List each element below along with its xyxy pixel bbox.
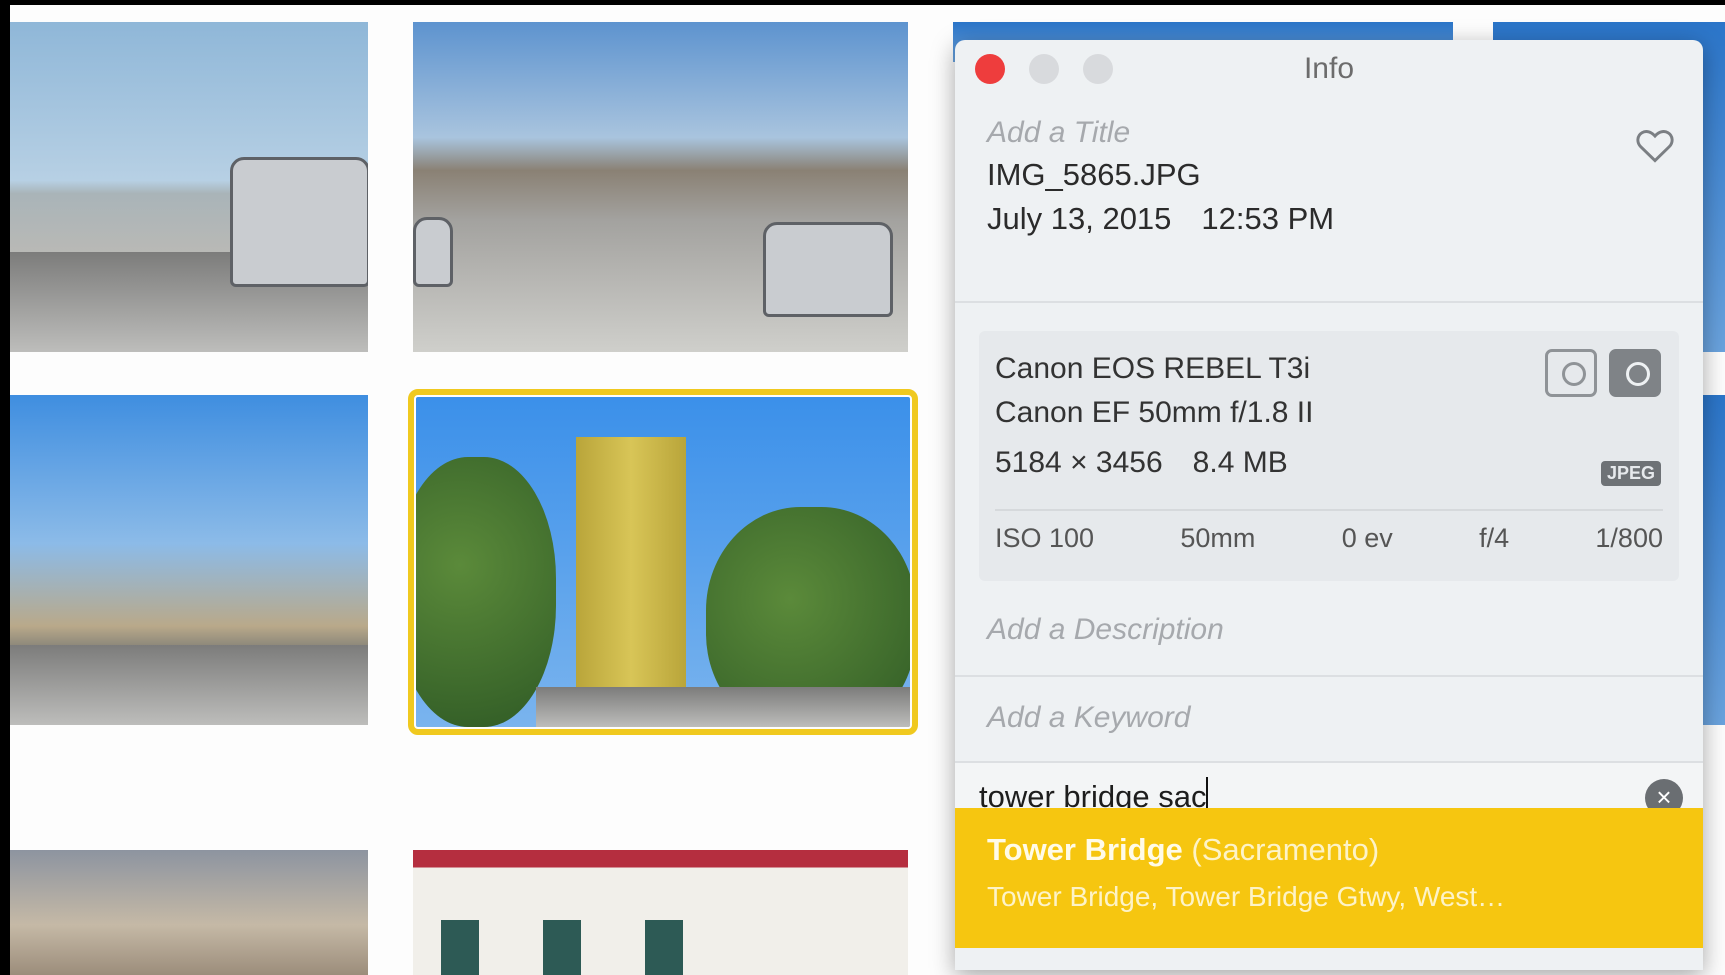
suggestion-name: Tower Bridge xyxy=(987,832,1183,867)
camera-icons xyxy=(1545,349,1661,397)
pixel-dimensions: 5184 × 3456 xyxy=(995,446,1163,479)
suggestion-qualifier: (Sacramento) xyxy=(1191,832,1380,867)
camera-info: Canon EOS REBEL T3i Canon EF 50mm f/1.8 … xyxy=(979,331,1679,581)
exif-shutter: 1/800 xyxy=(1595,523,1663,553)
photo-thumbnail[interactable] xyxy=(10,850,368,975)
photo-thumbnail[interactable] xyxy=(10,22,368,352)
lens-model: Canon EF 50mm f/1.8 II xyxy=(995,396,1314,429)
exif-iso: ISO 100 xyxy=(995,523,1095,553)
description-placeholder: Add a Description xyxy=(987,613,1224,646)
title-field[interactable]: Add a Title xyxy=(987,113,1671,153)
title-section: Add a Title IMG_5865.JPG July 13, 2015 12… xyxy=(955,105,1703,303)
suggestion-title: Tower Bridge (Sacramento) xyxy=(987,828,1671,872)
keyword-placeholder: Add a Keyword xyxy=(987,701,1191,734)
title-bar: Info xyxy=(955,40,1703,105)
photo-date: July 13, 2015 xyxy=(987,201,1172,236)
filename: IMG_5865.JPG xyxy=(987,157,1201,192)
metering-icon xyxy=(1609,349,1661,397)
camera-icon xyxy=(1545,349,1597,397)
image-dimensions: 5184 × 3456 8.4 MB xyxy=(995,441,1663,485)
place-suggestion[interactable]: Tower Bridge (Sacramento) Tower Bridge, … xyxy=(955,808,1703,948)
photo-thumbnail[interactable] xyxy=(413,850,908,975)
description-field[interactable]: Add a Description xyxy=(955,589,1703,677)
exif-row: ISO 100 50mm 0 ev f/4 1/800 xyxy=(995,509,1663,554)
exif-aperture: f/4 xyxy=(1479,523,1510,553)
info-panel: Info Add a Title IMG_5865.JPG July 13, 2… xyxy=(955,40,1703,970)
photo-thumbnail-selected[interactable] xyxy=(408,389,918,735)
suggestion-subtitle: Tower Bridge, Tower Bridge Gtwy, West… xyxy=(987,881,1506,912)
exif-exposure: 0 ev xyxy=(1341,523,1393,553)
exif-focal-length: 50mm xyxy=(1180,523,1256,553)
heart-icon[interactable] xyxy=(1633,123,1677,167)
format-badge: JPEG xyxy=(1600,461,1661,486)
window-title: Info xyxy=(1303,52,1355,85)
date-time[interactable]: July 13, 2015 12:53 PM xyxy=(987,197,1671,241)
photo-time: 12:53 PM xyxy=(1201,201,1335,236)
photo-thumbnail[interactable] xyxy=(413,22,908,352)
keyword-field[interactable]: Add a Keyword xyxy=(955,677,1703,763)
file-size: 8.4 MB xyxy=(1192,446,1288,479)
photo-thumbnail[interactable] xyxy=(10,395,368,725)
